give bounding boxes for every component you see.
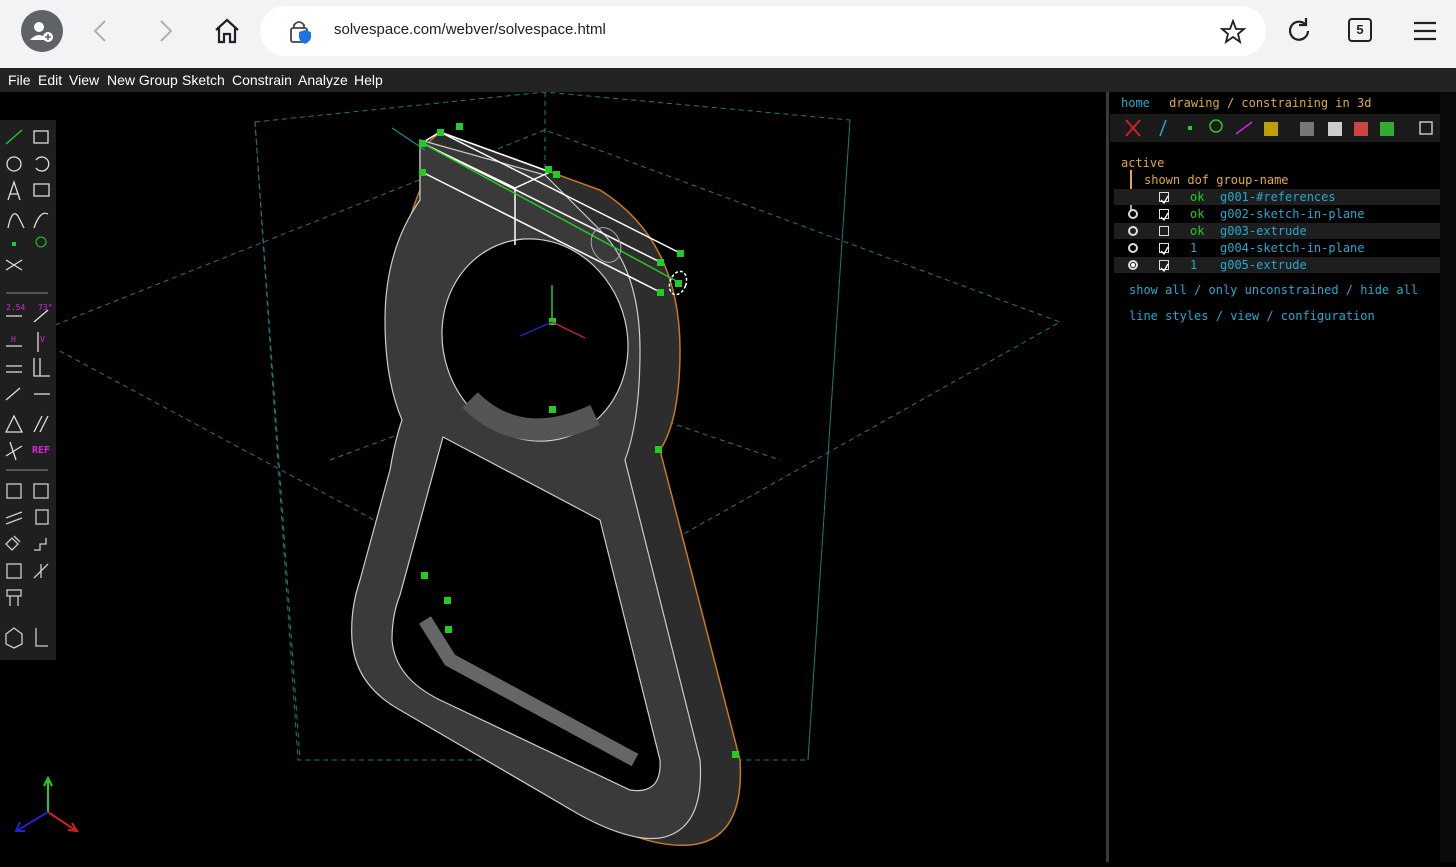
panel-divider[interactable] xyxy=(1106,92,1109,862)
angle-tool-label[interactable]: 73° xyxy=(38,303,52,312)
menu-edit[interactable]: Edit xyxy=(38,72,62,88)
show-outlines-icon[interactable] xyxy=(1328,122,1342,136)
axis-gizmo xyxy=(14,775,79,833)
tool-palette: 2.54 73° H V REF xyxy=(0,120,56,660)
browser-toolbar: solvespace.com/webver/solvespace.html 5 xyxy=(0,0,1456,68)
tab-switcher-button[interactable]: 5 xyxy=(1348,18,1372,42)
url-text[interactable]: solvespace.com/webver/solvespace.html xyxy=(334,21,606,38)
group-row[interactable]: ok g003-extrude xyxy=(1114,223,1440,239)
menu-constrain[interactable]: Constrain xyxy=(232,72,292,88)
group-dof: 1 xyxy=(1190,241,1198,255)
group-name-link[interactable]: g001-#references xyxy=(1220,190,1336,204)
group-dof: 1 xyxy=(1190,258,1198,272)
shown-column-header: shown xyxy=(1144,173,1181,187)
breadcrumb-title: drawing / constraining in 3d xyxy=(1169,96,1372,110)
visibility-toolbar xyxy=(1110,114,1440,142)
active-column-label: active xyxy=(1121,156,1165,170)
show-constraints-icon[interactable] xyxy=(1209,119,1223,133)
active-group-radio[interactable] xyxy=(1128,226,1138,236)
group-name-link[interactable]: g005-extrude xyxy=(1220,258,1307,272)
show-points-icon[interactable] xyxy=(1188,126,1192,130)
show-workplanes-icon[interactable] xyxy=(1125,119,1141,137)
view-link[interactable]: view xyxy=(1230,309,1259,323)
model-viewport[interactable] xyxy=(0,91,1108,862)
group-name-column-header: group-name xyxy=(1216,173,1289,187)
group-row[interactable]: ok g002-sketch-in-plane xyxy=(1114,206,1440,222)
menu-analyze[interactable]: Analyze xyxy=(298,72,348,88)
active-group-radio[interactable] xyxy=(1128,260,1138,270)
group-row[interactable]: ok g001-#references xyxy=(1114,189,1440,205)
group-dof: ok xyxy=(1190,190,1205,204)
panel-scrollbar[interactable] xyxy=(1440,92,1456,862)
menu-bar: File Edit View New Group Sketch Constrai… xyxy=(0,68,1456,92)
group-row[interactable]: 1 g005-extrude xyxy=(1114,257,1440,273)
separator: / xyxy=(1194,283,1202,297)
dof-column-header: dof xyxy=(1187,173,1210,187)
show-faces-icon[interactable] xyxy=(1419,121,1433,135)
menu-file[interactable]: File xyxy=(8,72,31,88)
configuration-link[interactable]: configuration xyxy=(1281,309,1375,323)
reference-tool-label[interactable]: REF xyxy=(32,445,50,456)
separator: / xyxy=(1215,309,1223,323)
site-security-icon[interactable] xyxy=(288,18,316,46)
profile-avatar-icon[interactable] xyxy=(21,10,63,52)
separator: / xyxy=(1266,309,1274,323)
home-icon[interactable] xyxy=(210,14,244,48)
show-dimensions-icon[interactable] xyxy=(1235,121,1253,135)
menu-help[interactable]: Help xyxy=(354,72,383,88)
property-browser: home drawing / constraining in 3d active… xyxy=(1110,92,1440,862)
dimension-tool-label[interactable]: 2.54 xyxy=(6,303,25,312)
show-shaded-icon[interactable] xyxy=(1264,122,1278,136)
show-mesh-icon[interactable] xyxy=(1380,122,1394,136)
group-row[interactable]: 1 g004-sketch-in-plane xyxy=(1114,240,1440,256)
breadcrumb-home-link[interactable]: home xyxy=(1121,96,1150,110)
hide-all-link[interactable]: hide all xyxy=(1360,283,1418,297)
group-dof: ok xyxy=(1190,224,1205,238)
group-name-link[interactable]: g002-sketch-in-plane xyxy=(1220,207,1365,221)
group-name-link[interactable]: g003-extrude xyxy=(1220,224,1307,238)
menu-view[interactable]: View xyxy=(69,72,99,88)
bookmark-star-icon[interactable] xyxy=(1220,19,1246,45)
menu-new-group[interactable]: New Group xyxy=(107,72,178,88)
back-icon[interactable] xyxy=(84,14,118,48)
group-name-link[interactable]: g004-sketch-in-plane xyxy=(1220,241,1365,255)
show-all-link[interactable]: show all xyxy=(1129,283,1187,297)
shown-checkbox[interactable] xyxy=(1159,192,1169,205)
reload-icon[interactable] xyxy=(1282,14,1316,48)
address-bar[interactable]: solvespace.com/webver/solvespace.html xyxy=(260,6,1266,56)
menu-sketch[interactable]: Sketch xyxy=(182,72,225,88)
active-group-radio[interactable] xyxy=(1128,209,1138,219)
model-drawing[interactable] xyxy=(0,91,1108,862)
group-dof: ok xyxy=(1190,207,1205,221)
extruded-part[interactable] xyxy=(351,131,742,847)
show-normals-icon[interactable] xyxy=(1159,119,1167,137)
vertical-tool-label[interactable]: V xyxy=(40,335,45,344)
tool-icons: 2.54 73° H V REF xyxy=(4,129,52,649)
forward-icon[interactable] xyxy=(148,14,182,48)
only-unconstrained-link[interactable]: only unconstrained xyxy=(1209,283,1339,297)
shown-checkbox[interactable] xyxy=(1159,260,1169,273)
active-group-radio[interactable] xyxy=(1128,243,1138,253)
shown-checkbox[interactable] xyxy=(1159,209,1169,222)
line-styles-link[interactable]: line styles xyxy=(1129,309,1208,323)
browser-menu-icon[interactable] xyxy=(1408,14,1442,48)
separator: / xyxy=(1345,283,1354,297)
show-edges-icon[interactable] xyxy=(1300,122,1314,136)
shown-checkbox[interactable] xyxy=(1159,243,1169,256)
horizontal-tool-label[interactable]: H xyxy=(11,335,16,344)
shown-checkbox[interactable] xyxy=(1159,226,1169,236)
show-hidden-lines-icon[interactable] xyxy=(1354,122,1368,136)
